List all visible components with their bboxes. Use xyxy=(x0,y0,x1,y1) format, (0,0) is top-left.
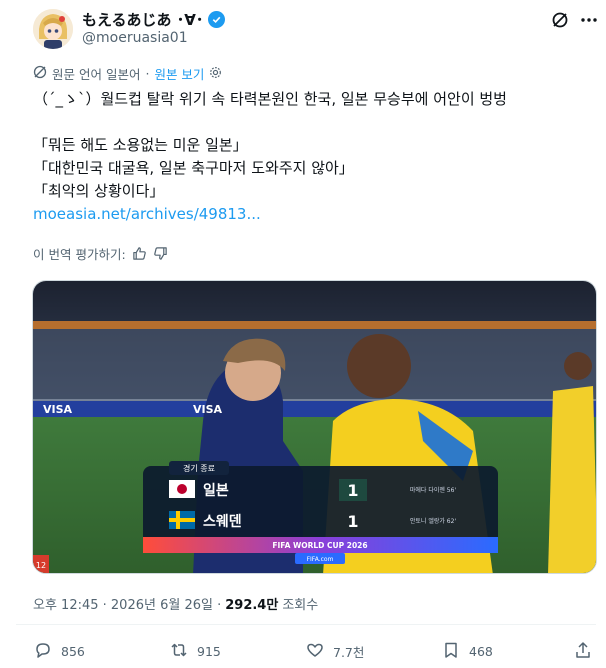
team2-scorer: 안토니 엘랑가 62' xyxy=(410,517,457,525)
bookmark-count: 468 xyxy=(469,644,493,659)
corner-badge: 12 xyxy=(36,561,46,570)
tweet-line: 「최악의 상황이다」 xyxy=(33,182,165,200)
translation-settings-icon[interactable] xyxy=(209,66,222,82)
like-button[interactable]: 7.7천 xyxy=(305,640,364,663)
tweet-timestamp: 오후 12:45 · 2026년 6월 26일 · 292.4만 조회수 xyxy=(33,594,318,613)
scoreboard-footer-site: FIFA.com xyxy=(307,556,334,563)
translation-source-label: 원문 언어 일본어 xyxy=(52,67,141,82)
tweet-link[interactable]: moeasia.net/archives/49813... xyxy=(33,203,578,226)
view-count-label: 조회수 xyxy=(282,598,319,613)
rate-translation: 이 번역 평가하기: xyxy=(33,244,168,263)
translate-globe-icon xyxy=(33,65,47,82)
verified-badge-icon xyxy=(208,11,226,28)
translation-bar: 원문 언어 일본어 · 원본 보기 xyxy=(33,64,222,83)
display-name-text[interactable]: もえるあじあ ･∀･ xyxy=(82,9,203,30)
ad-board-text: VISA xyxy=(193,403,223,416)
grok-icon[interactable] xyxy=(549,9,571,31)
team1-score: 1 xyxy=(347,481,358,500)
thumbs-down-icon[interactable] xyxy=(153,246,168,261)
scoreboard-graphic: 경기 종료 일본 1 마에다 다이젠 56' 스웨덴 1 안토니 엘랑가 62'… xyxy=(143,461,498,564)
team2-name: 스웨덴 xyxy=(203,514,242,530)
bookmark-button[interactable]: 468 xyxy=(441,640,493,663)
author-handle[interactable]: @moeruasia01 xyxy=(82,30,188,46)
reply-button[interactable]: 856 xyxy=(33,640,85,663)
repost-count: 915 xyxy=(197,644,221,659)
rate-translation-label: 이 번역 평가하기: xyxy=(33,247,126,262)
ad-board-text: VISA xyxy=(43,403,73,416)
tweet-media-image[interactable]: VISA VISA 경기 종료 일본 1 마에다 다이젠 56' 스웨덴 1 안… xyxy=(32,280,597,574)
thumbs-up-icon[interactable] xyxy=(132,246,147,261)
avatar[interactable] xyxy=(33,9,73,49)
more-options-icon[interactable] xyxy=(578,9,600,31)
divider xyxy=(16,624,596,625)
view-count: 292.4만 xyxy=(225,598,279,613)
scoreboard-footer-title: FIFA WORLD CUP 2026 xyxy=(272,541,367,550)
heart-icon xyxy=(305,640,325,663)
reply-count: 856 xyxy=(61,644,85,659)
tweet-text: （´_ゝ`）월드컵 탈락 위기 속 타력본원인 한국, 일본 무승부에 어안이 … xyxy=(33,88,578,226)
repost-button[interactable]: 915 xyxy=(169,640,221,663)
reply-icon xyxy=(33,640,53,663)
view-original-link[interactable]: 원본 보기 xyxy=(154,64,204,83)
author-display-name[interactable]: もえるあじあ ･∀･ xyxy=(82,9,226,30)
tweet-line: 「뭐든 해도 소용없는 미운 일본」 xyxy=(33,136,248,154)
scoreboard-header: 경기 종료 xyxy=(183,463,215,473)
tweet-line: 「대한민국 대굴욕, 일본 축구마저 도와주지 않아」 xyxy=(33,159,354,177)
share-icon xyxy=(573,640,593,663)
team1-scorer: 마에다 다이젠 56' xyxy=(410,486,457,494)
share-button[interactable] xyxy=(573,640,593,663)
like-count: 7.7천 xyxy=(333,645,365,660)
tweet-line: （´_ゝ`）월드컵 탈락 위기 속 타력본원인 한국, 일본 무승부에 어안이 … xyxy=(33,90,507,108)
bookmark-icon xyxy=(441,640,461,663)
team2-score: 1 xyxy=(347,512,358,531)
repost-icon xyxy=(169,640,189,663)
team1-name: 일본 xyxy=(203,483,229,499)
tweet-actions-bar: 856 915 7.7천 468 xyxy=(33,640,593,664)
timestamp-text[interactable]: 오후 12:45 · 2026년 6월 26일 · xyxy=(33,594,221,613)
